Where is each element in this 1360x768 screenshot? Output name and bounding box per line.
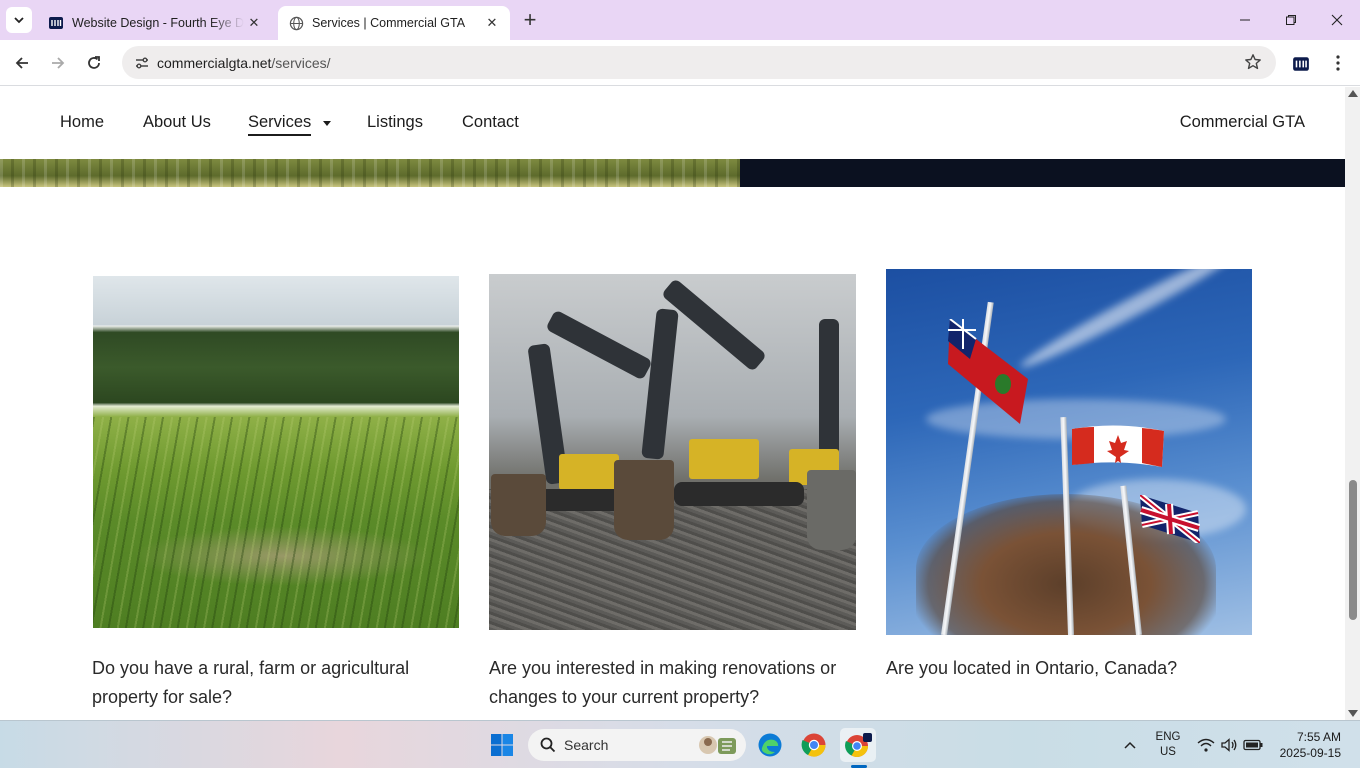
- back-button[interactable]: [8, 49, 36, 77]
- excavator-boom: [545, 309, 653, 381]
- maximize-button[interactable]: [1268, 0, 1314, 40]
- close-window-button[interactable]: [1314, 0, 1360, 40]
- tab-search-button[interactable]: [6, 7, 32, 33]
- taskbar-clock[interactable]: 7:55 AM 2025-09-15: [1275, 729, 1341, 761]
- battery-icon: [1243, 739, 1263, 751]
- excavator-bucket: [807, 470, 856, 550]
- minimize-button[interactable]: [1222, 0, 1268, 40]
- nav-services-label: Services: [248, 113, 312, 131]
- tab-website-design[interactable]: Website Design - Fourth Eye Di ✕: [38, 6, 272, 40]
- volume-icon: [1221, 738, 1237, 752]
- bookmark-star-icon[interactable]: [1244, 53, 1262, 76]
- canada-flag-icon: [1072, 425, 1164, 467]
- windows-logo-icon: [491, 734, 513, 756]
- search-highlight-icon: [699, 736, 736, 754]
- card-caption-renovations: Are you interested in making renovations…: [489, 658, 837, 707]
- tab-services[interactable]: Services | Commercial GTA ✕: [278, 6, 510, 40]
- reload-icon: [88, 56, 100, 69]
- excavator-arm: [641, 308, 679, 460]
- chrome-browser-icon: [801, 733, 826, 757]
- nav-contact[interactable]: Contact: [462, 113, 519, 132]
- nav-about-us[interactable]: About Us: [143, 113, 211, 132]
- excavators-image: [489, 274, 856, 630]
- system-tray-status[interactable]: [1194, 721, 1266, 768]
- clock-time: 7:55 AM: [1296, 730, 1341, 744]
- edge-browser-icon: [758, 733, 782, 757]
- url-domain: commercialgta.net: [157, 54, 272, 71]
- close-tab-icon[interactable]: ✕: [482, 13, 502, 33]
- scrollbar-thumb[interactable]: [1349, 480, 1357, 620]
- card-caption-ontario: Are you located in Ontario, Canada?: [886, 658, 1178, 678]
- arrow-right-icon: [52, 57, 65, 69]
- site-brand-link[interactable]: Commercial GTA: [1180, 113, 1305, 132]
- url-path: /services/: [271, 54, 331, 71]
- hero-dark-panel: [740, 159, 1345, 187]
- taskbar-chrome[interactable]: [796, 728, 832, 762]
- search-label: Search: [564, 737, 609, 753]
- language-code: ENG: [1155, 731, 1181, 743]
- site-navigation: Home About Us Services Listings Contact …: [0, 87, 1345, 159]
- browser-tab-strip: Website Design - Fourth Eye Di ✕ Service…: [0, 0, 1360, 40]
- windows-taskbar: Search ENG US 7:55 AM 2025-09-15: [0, 720, 1360, 768]
- excavator-cab: [559, 454, 619, 490]
- mud-patch: [133, 526, 433, 586]
- clock-date: 2025-09-15: [1279, 746, 1341, 760]
- url-text: commercialgta.net/services/: [157, 55, 331, 71]
- minimize-icon: [1240, 19, 1250, 21]
- globe-icon: [288, 15, 304, 31]
- rural-field-image: [93, 276, 459, 628]
- search-icon: [540, 737, 556, 753]
- restore-icon: [1286, 15, 1296, 25]
- chevron-down-icon: [14, 17, 24, 24]
- excavator-track: [674, 482, 804, 506]
- nav-services[interactable]: Services: [248, 113, 312, 136]
- contrail: [1016, 269, 1246, 375]
- nav-listings[interactable]: Listings: [367, 113, 423, 132]
- close-icon: [1331, 14, 1343, 26]
- page-viewport: Home About Us Services Listings Contact …: [0, 87, 1345, 720]
- excavator-bucket: [491, 474, 546, 536]
- address-bar[interactable]: commercialgta.net/services/: [122, 46, 1276, 79]
- nav-home[interactable]: Home: [60, 113, 104, 132]
- tab-title: Services | Commercial GTA: [312, 16, 466, 30]
- site-logo-icon: [48, 15, 64, 31]
- taskbar-search[interactable]: Search: [528, 729, 746, 761]
- chevron-up-icon: [1124, 741, 1136, 749]
- site-info-icon[interactable]: [128, 55, 156, 71]
- language-indicator[interactable]: ENG US: [1150, 721, 1186, 768]
- ontario-flags-image: [886, 269, 1252, 635]
- excavator-cab: [689, 439, 759, 479]
- chrome-profile-icon: [845, 733, 872, 757]
- scroll-down-icon[interactable]: [1348, 710, 1358, 717]
- region-code: US: [1160, 746, 1176, 758]
- close-tab-icon[interactable]: ✕: [244, 13, 264, 33]
- start-button[interactable]: [484, 728, 520, 762]
- hero-image-grass-strip: [0, 159, 740, 187]
- browser-toolbar: commercialgta.net/services/: [0, 40, 1360, 86]
- extension-icon[interactable]: [1290, 53, 1312, 75]
- forward-button[interactable]: [44, 49, 72, 77]
- wifi-icon: [1197, 738, 1215, 752]
- page-scrollbar[interactable]: [1345, 87, 1360, 720]
- show-hidden-icons-button[interactable]: [1118, 721, 1142, 768]
- scroll-up-icon[interactable]: [1348, 90, 1358, 97]
- taskbar-edge[interactable]: [752, 728, 788, 762]
- card-caption-rural: Do you have a rural, farm or agricultura…: [92, 658, 410, 707]
- taskbar-chrome-active[interactable]: [840, 728, 876, 762]
- dropdown-caret-icon[interactable]: [323, 121, 331, 126]
- arrow-left-icon: [15, 57, 28, 69]
- union-jack-flag-icon: [1140, 495, 1200, 543]
- new-tab-button[interactable]: +: [518, 7, 542, 32]
- reload-button[interactable]: [80, 49, 108, 77]
- browser-menu-icon[interactable]: [1327, 51, 1349, 75]
- tab-title: Website Design - Fourth Eye Di: [72, 16, 244, 30]
- excavator-bucket: [614, 460, 674, 540]
- ontario-flag-icon: [948, 319, 1028, 424]
